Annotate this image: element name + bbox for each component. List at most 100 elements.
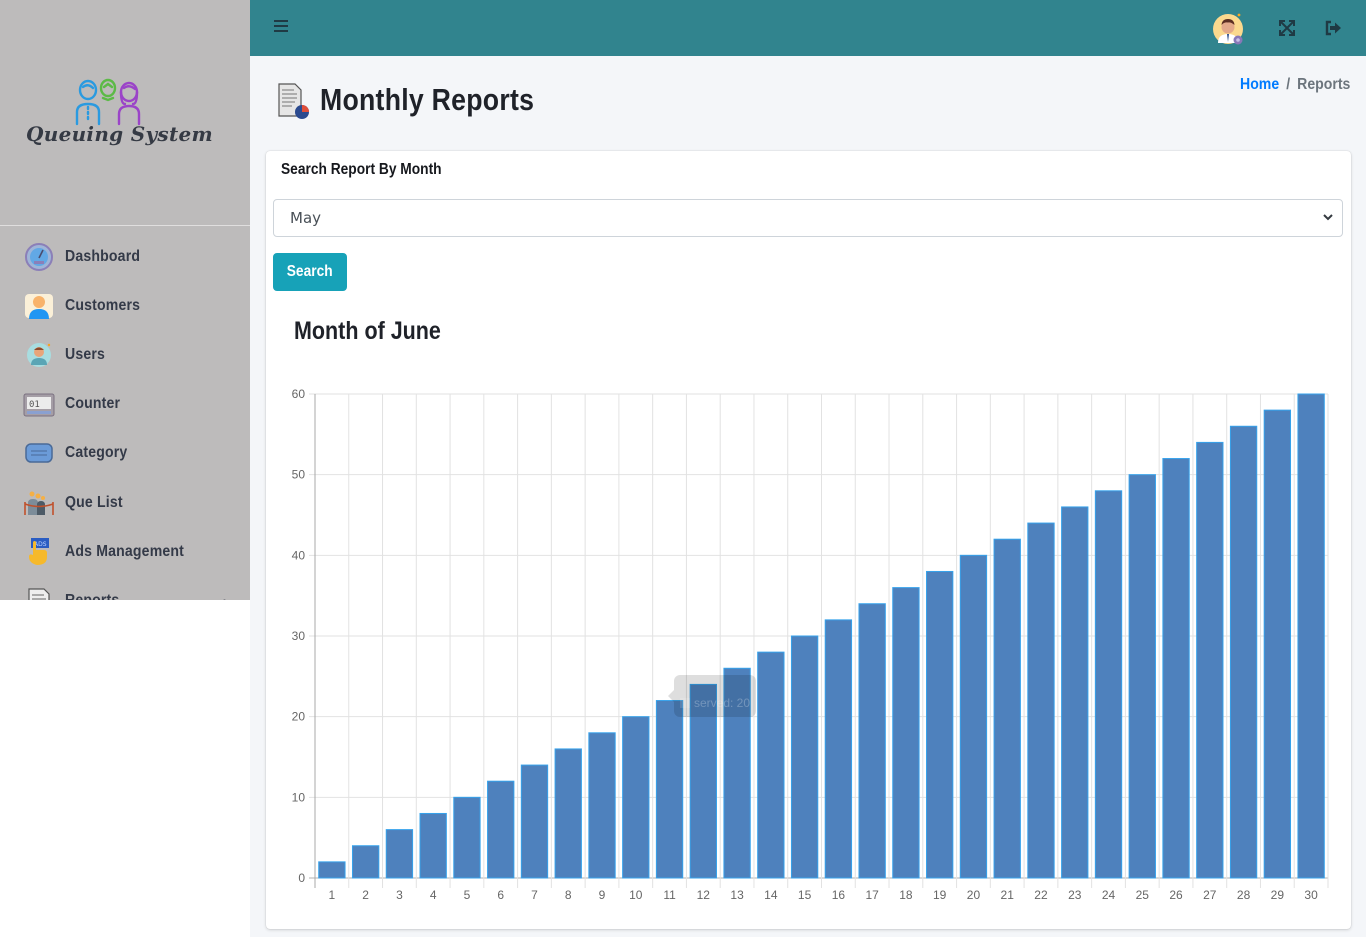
- breadcrumb-home-link[interactable]: Home: [1240, 76, 1279, 94]
- bar-day-6: [487, 780, 515, 879]
- queue-people-logo-icon: [75, 78, 141, 126]
- x-tick-label: 21: [1001, 888, 1015, 902]
- bar-chart: 01020304050601 2 3 4 5 6 7 8 9 10 11 12 13 14 15 16 17 18…: [292, 387, 1329, 902]
- bar-day-22: [1027, 522, 1055, 879]
- y-tick-label: 40: [292, 548, 306, 562]
- bar-day-16: [824, 619, 853, 879]
- logout-icon[interactable]: [1324, 19, 1342, 37]
- bar-day-15: [790, 635, 819, 879]
- x-tick-label: 25: [1136, 888, 1150, 902]
- tooltip-swatch: [680, 698, 690, 708]
- breadcrumb-separator: /: [1285, 76, 1290, 93]
- customers-icon: [23, 291, 55, 321]
- x-tick-label: 10: [629, 888, 643, 902]
- x-tick-label: 17: [865, 888, 879, 902]
- x-tick-label: 20: [967, 888, 981, 902]
- bar-day-9: [588, 732, 616, 879]
- sidebar-item-label: Users: [65, 345, 106, 363]
- bar-day-3: [385, 829, 414, 879]
- sidebar-item-label: Category: [65, 444, 128, 462]
- x-tick-label: 14: [764, 888, 778, 902]
- bar-day-27: [1196, 441, 1224, 879]
- ads-management-icon: ADS: [23, 537, 55, 567]
- brand[interactable]: Queuing System: [0, 0, 250, 226]
- x-tick-label: 24: [1102, 888, 1116, 902]
- x-tick-label: 12: [697, 888, 711, 902]
- x-tick-label: 5: [464, 888, 471, 902]
- bar-day-29: [1263, 409, 1292, 879]
- x-tick-label: 28: [1237, 888, 1251, 902]
- user-avatar-icon[interactable]: [1211, 12, 1245, 46]
- bar-day-5: [453, 796, 481, 879]
- y-tick-label: 60: [292, 387, 306, 401]
- bar-day-7: [520, 764, 549, 879]
- x-tick-label: 29: [1271, 888, 1285, 902]
- bar-day-18: [892, 587, 920, 879]
- bar-day-10: [622, 716, 650, 879]
- hamburger-icon[interactable]: [274, 20, 288, 34]
- x-tick-label: 9: [599, 888, 606, 902]
- expand-icon[interactable]: [1279, 20, 1295, 36]
- bar-day-24: [1094, 490, 1123, 879]
- counter-icon: 01: [23, 389, 55, 419]
- sidebar-empty-area: [0, 600, 250, 937]
- x-tick-label: 18: [899, 888, 913, 902]
- report-card: Search Report By Month May Search Month …: [266, 151, 1351, 929]
- x-tick-label: 27: [1203, 888, 1217, 902]
- sidebar-item-reports[interactable]: Reports ‹: [0, 576, 250, 600]
- y-tick-label: 30: [292, 629, 306, 643]
- x-tick-label: 6: [497, 888, 504, 902]
- bar-day-23: [1061, 506, 1089, 879]
- x-tick-label: 30: [1304, 888, 1318, 902]
- bar-day-19: [926, 570, 954, 879]
- bar-day-11: [655, 700, 684, 879]
- x-tick-label: 11: [663, 888, 676, 902]
- sidebar-item-ads-management[interactable]: ADS Ads Management: [0, 527, 250, 576]
- x-tick-label: 23: [1068, 888, 1082, 902]
- x-tick-label: 1: [329, 888, 336, 902]
- bar-day-28: [1229, 425, 1258, 879]
- sidebar: Queuing System Dashboard Customers Users…: [0, 0, 250, 600]
- report-document-icon: [278, 83, 309, 119]
- sidebar-item-que-list[interactable]: Que List: [0, 478, 250, 527]
- y-tick-label: 20: [292, 710, 306, 724]
- sidebar-item-customers[interactable]: Customers: [0, 281, 250, 330]
- users-icon: [23, 340, 55, 370]
- page-header: Monthly Reports: [276, 80, 569, 120]
- bar-day-8: [554, 748, 582, 879]
- bar-day-14: [757, 651, 785, 879]
- sidebar-item-label: Ads Management: [65, 542, 185, 560]
- category-icon: [23, 438, 55, 468]
- x-tick-label: 7: [531, 888, 538, 902]
- bar-day-20: [959, 554, 988, 879]
- x-tick-label: 15: [798, 888, 812, 902]
- y-tick-label: 50: [292, 468, 306, 482]
- x-tick-label: 19: [933, 888, 947, 902]
- bar-day-30: [1297, 393, 1325, 879]
- bar-day-25: [1128, 474, 1156, 879]
- svg-text:01: 01: [29, 400, 40, 410]
- sidebar-item-dashboard[interactable]: Dashboard: [0, 232, 250, 281]
- x-tick-label: 8: [565, 888, 572, 902]
- bar-day-17: [858, 603, 886, 879]
- x-tick-label: 3: [396, 888, 403, 902]
- sidebar-item-label: Customers: [65, 296, 141, 314]
- reports-icon: [23, 586, 55, 600]
- sidebar-item-label: Counter: [65, 395, 121, 413]
- x-tick-label: 4: [430, 888, 437, 902]
- bar-day-1: [318, 861, 346, 879]
- sidebar-item-counter[interactable]: 01 Counter: [0, 380, 250, 429]
- x-tick-label: 13: [730, 888, 744, 902]
- bar-day-21: [993, 538, 1021, 879]
- x-tick-label: 26: [1169, 888, 1183, 902]
- sidebar-nav: Dashboard Customers Users 01 Counter Cat…: [0, 226, 250, 600]
- sidebar-item-label: Que List: [65, 493, 123, 511]
- brand-name: Queuing System: [26, 122, 213, 146]
- bar-day-4: [419, 812, 447, 879]
- sidebar-item-users[interactable]: Users: [0, 330, 250, 379]
- page-title: Monthly Reports: [320, 82, 535, 117]
- x-tick-label: 2: [362, 888, 369, 902]
- x-tick-label: 16: [832, 888, 846, 902]
- sidebar-item-category[interactable]: Category: [0, 429, 250, 478]
- x-tick-label: 22: [1034, 888, 1048, 902]
